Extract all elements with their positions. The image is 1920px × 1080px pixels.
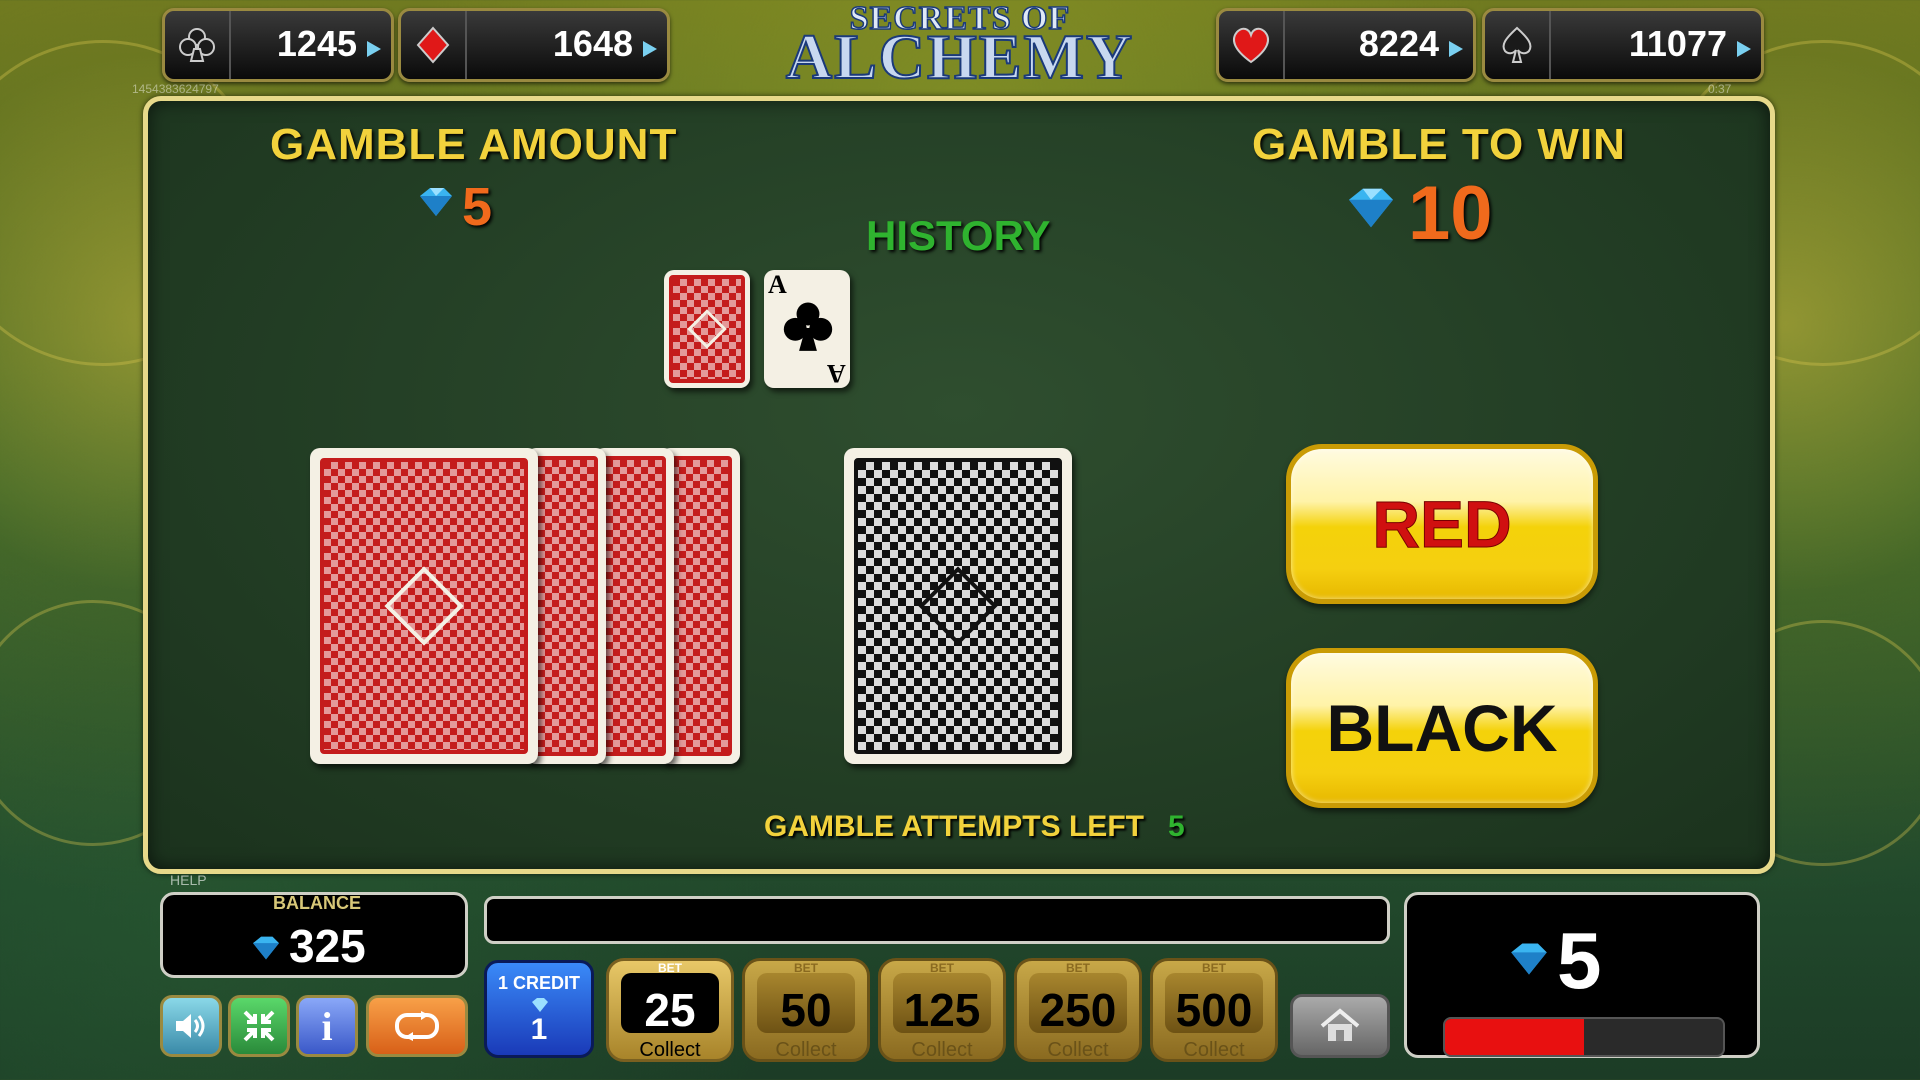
heart-icon (1219, 11, 1285, 79)
jackpot-diamond: 1648 (398, 8, 670, 82)
win-value: 5 (1557, 916, 1602, 1005)
arrow-icon (1449, 41, 1463, 57)
diamond-icon (1349, 188, 1393, 228)
compress-icon (243, 1010, 275, 1042)
gamble-amount-value: 5 (462, 177, 493, 237)
jackpot-diamond-value: 1648 (552, 23, 633, 64)
arrow-icon (643, 41, 657, 57)
bet-value: 500 (1175, 984, 1253, 1036)
deck-card (594, 448, 674, 764)
history-card-ace-of-clubs: A A (764, 270, 850, 388)
balance-label: BALANCE (273, 893, 361, 913)
jackpot-spade-value: 11077 (1628, 23, 1727, 64)
session-id: 1454383624797 (132, 82, 219, 96)
red-button[interactable]: RED (1286, 444, 1598, 604)
bet-label: BET (794, 961, 818, 975)
deck-card (526, 448, 606, 764)
home-icon (1320, 1008, 1360, 1041)
card-rank: A (827, 359, 846, 388)
message-bar (484, 896, 1390, 944)
jackpot-club-value: 1245 (276, 23, 357, 64)
jackpot-heart: 8224 (1216, 8, 1476, 82)
clock: 0:37 (1708, 82, 1732, 96)
diamond-icon (532, 998, 548, 1012)
speaker-icon (176, 1014, 205, 1038)
bet-label: BET (1066, 961, 1090, 975)
balance-value: 325 (289, 920, 366, 972)
credit-value: 1 (530, 1013, 548, 1046)
sound-button[interactable] (160, 995, 222, 1057)
balance-box: BALANCE 325 (160, 892, 468, 978)
gamble-to-win-value: 10 (1408, 171, 1493, 256)
bet-button-25[interactable]: BET 25 Collect (606, 958, 734, 1062)
club-icon (783, 302, 833, 351)
arrow-icon (367, 41, 381, 57)
history-label: HISTORY (866, 212, 1051, 259)
jackpot-club: 1245 (162, 8, 394, 82)
collect-label: Collect (1183, 1039, 1245, 1061)
gamble-to-win-label: GAMBLE TO WIN (1252, 120, 1626, 169)
collect-label: Collect (1047, 1039, 1109, 1061)
bet-value: 50 (780, 984, 832, 1036)
bet-label: BET (1202, 961, 1226, 975)
autoplay-icon (395, 1011, 439, 1041)
collect-label: Collect (775, 1039, 837, 1061)
bet-button-125[interactable]: BET 125 Collect (878, 958, 1006, 1062)
info-icon: i (321, 1003, 333, 1049)
credit-label: 1 CREDIT (497, 973, 580, 993)
bet-label: BET (658, 961, 682, 975)
credit-button[interactable]: 1 CREDIT 1 (484, 960, 594, 1058)
diamond-suit-icon (401, 11, 467, 79)
game-logo: SECRETS OF ALCHEMY (760, 0, 1160, 95)
bet-button-250[interactable]: BET 250 Collect (1014, 958, 1142, 1062)
bet-button-50[interactable]: BET 50 Collect (742, 958, 870, 1062)
card-rank: A (768, 270, 787, 299)
deck-top-card (310, 448, 538, 764)
gamble-attempts-label: GAMBLE ATTEMPTS LEFT (764, 810, 1144, 843)
diamond-icon (420, 188, 452, 216)
spade-icon (1485, 11, 1551, 79)
arrow-icon (1737, 41, 1751, 57)
current-card (844, 448, 1072, 764)
help-label[interactable]: HELP (170, 872, 207, 888)
collect-label: Collect (911, 1039, 973, 1061)
win-progress-bar (1443, 1017, 1725, 1057)
win-progress-fill (1445, 1019, 1584, 1055)
black-button[interactable]: BLACK (1286, 648, 1598, 808)
history-card-back (664, 270, 750, 388)
diamond-icon (1511, 943, 1547, 975)
autoplay-button[interactable] (366, 995, 468, 1057)
diamond-icon (253, 936, 279, 960)
jackpot-spade: 11077 (1482, 8, 1764, 82)
win-box: 5 (1404, 892, 1760, 1058)
bet-button-500[interactable]: BET 500 Collect (1150, 958, 1278, 1062)
club-icon (165, 11, 231, 79)
bet-label: BET (930, 961, 954, 975)
logo-line2: ALCHEMY (785, 20, 1135, 93)
jackpot-heart-value: 8224 (1358, 23, 1439, 64)
home-button[interactable] (1290, 994, 1390, 1058)
bet-value: 250 (1039, 984, 1117, 1036)
fullscreen-button[interactable] (228, 995, 290, 1057)
collect-label: Collect (639, 1039, 701, 1061)
gamble-attempts-value: 5 (1168, 810, 1185, 843)
bet-value: 125 (903, 984, 981, 1036)
bet-value: 25 (644, 984, 696, 1036)
gamble-amount-label: GAMBLE AMOUNT (270, 120, 678, 169)
info-button[interactable]: i (296, 995, 358, 1057)
